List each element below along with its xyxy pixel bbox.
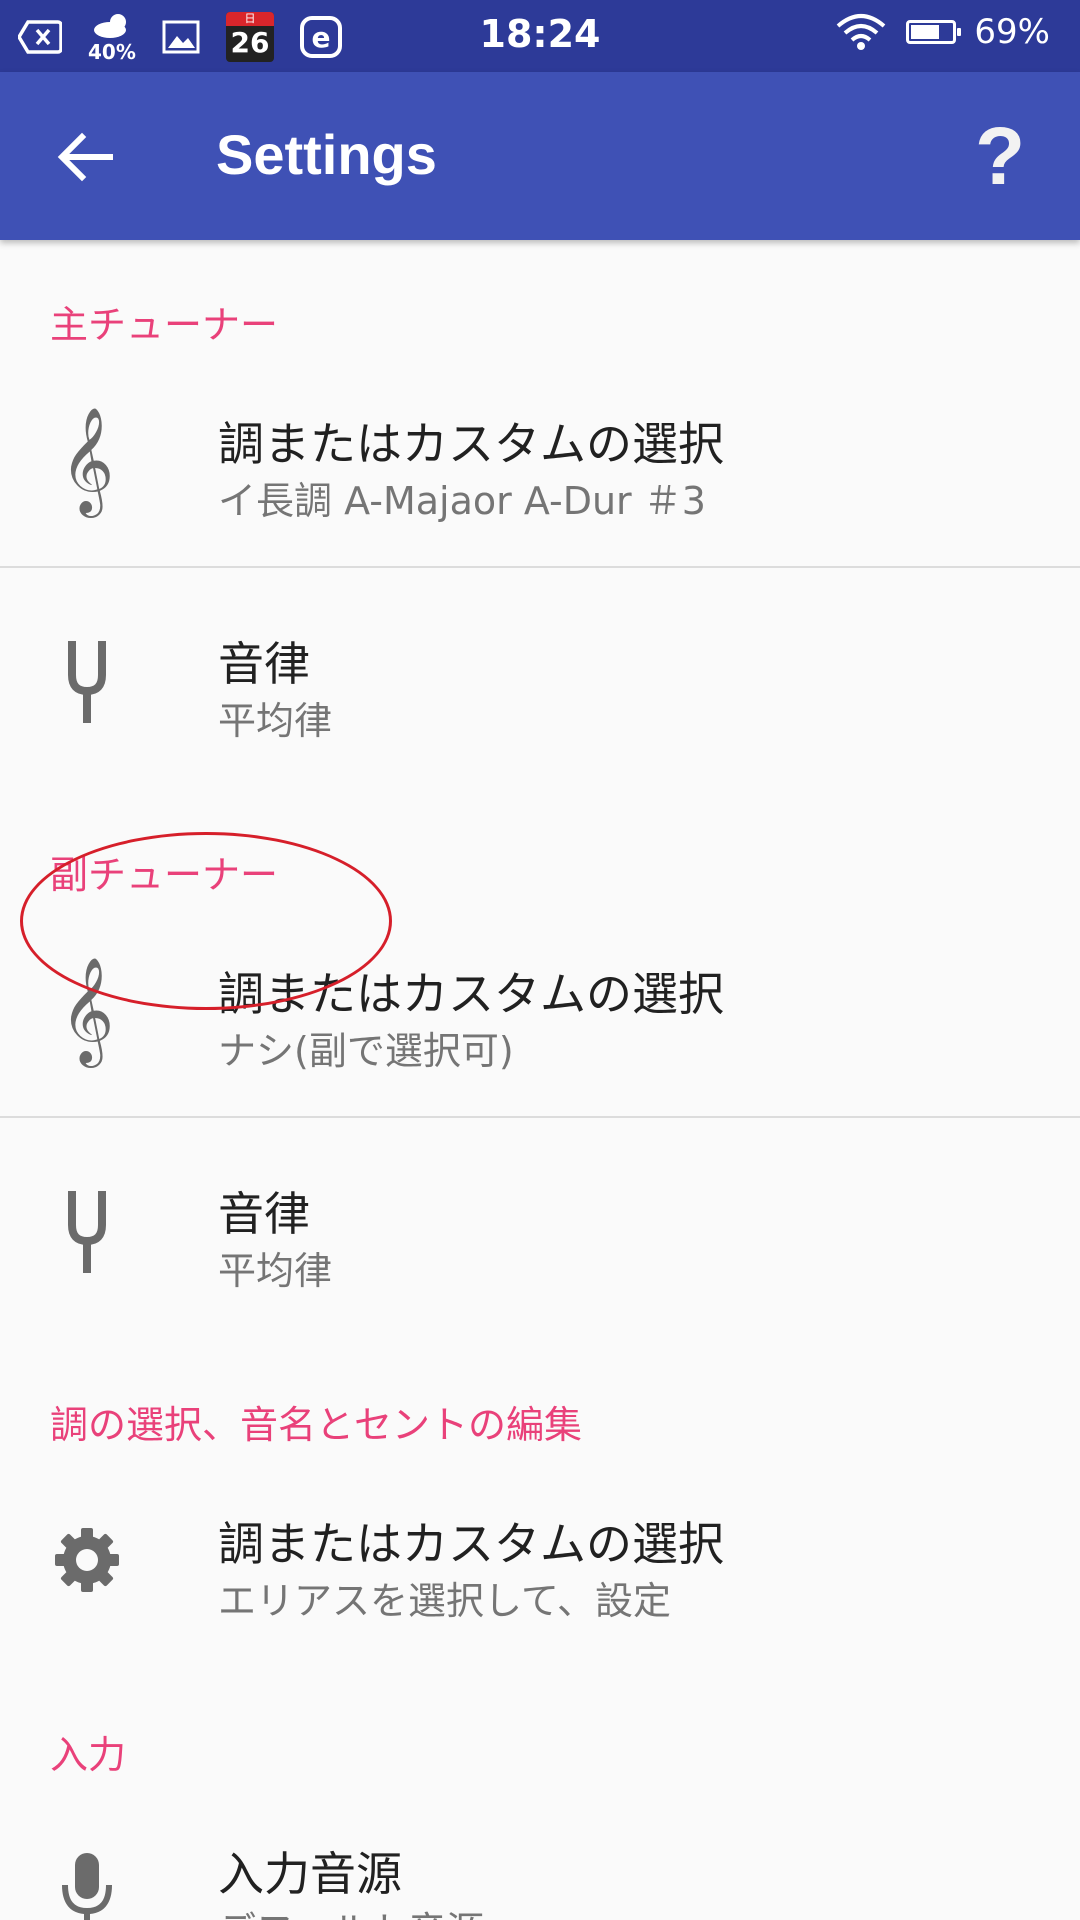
treble-clef-icon: 𝄞 [59,406,115,513]
settings-list: 主チューナー 𝄞 調またはカスタムの選択 イ長調 A-Majaor A-Dur … [0,240,1080,1920]
pref-summary: ナシ(副で選択可) [218,1029,514,1073]
pref-sub-temperament[interactable]: 音律 平均律 [0,1140,1080,1320]
pref-title: 入力音源 [218,1847,402,1901]
back-button[interactable] [50,122,120,192]
highlight-annotation [20,832,392,1010]
app-bar: Settings ? [0,72,1080,240]
pref-summary: イ長調 A-Majaor A-Dur ＃3 [218,479,706,523]
section-header-key-edit: 調の選択、音名とセントの編集 [50,1403,583,1447]
pref-title: 調またはカスタムの選択 [218,417,724,471]
status-bar: 40% 日 26 e 18:24 69% [0,0,1080,72]
pref-main-key-select[interactable]: 𝄞 調またはカスタムの選択 イ長調 A-Majaor A-Dur ＃3 [0,370,1080,550]
status-bar-system: 69% [816,12,1050,52]
pref-summary: エリアスを選択して、設定 [218,1579,671,1623]
battery-fill [911,25,940,39]
divider [0,566,1080,568]
battery-icon [906,20,962,44]
divider [0,1116,1080,1118]
pref-title: 音律 [218,1187,310,1241]
pref-title: 調またはカスタムの選択 [218,1517,724,1571]
pref-summary: デフォルト音源 [218,1900,484,1920]
pref-summary: 平均律 [218,1249,333,1293]
wifi-icon [837,14,886,50]
pref-title: 音律 [218,637,310,691]
section-header-main-tuner: 主チューナー [50,303,279,347]
tuning-fork-icon [52,1180,122,1280]
pref-input-source[interactable]: 入力音源 デフォルト音源 [0,1800,1080,1920]
help-icon: ? [974,111,1026,202]
microphone-icon [52,1840,122,1920]
tuning-fork-icon [52,630,122,730]
pref-key-edit[interactable]: 調またはカスタムの選択 エリアスを選択して、設定 [0,1470,1080,1650]
help-button[interactable]: ? [970,112,1030,202]
back-arrow-icon [57,132,113,182]
pref-summary: 平均律 [218,699,333,743]
page-title: Settings [216,123,437,186]
section-header-input: 入力 [50,1733,127,1777]
battery-percent: 69% [974,12,1050,52]
pref-main-temperament[interactable]: 音律 平均律 [0,590,1080,770]
gear-icon [52,1510,122,1610]
